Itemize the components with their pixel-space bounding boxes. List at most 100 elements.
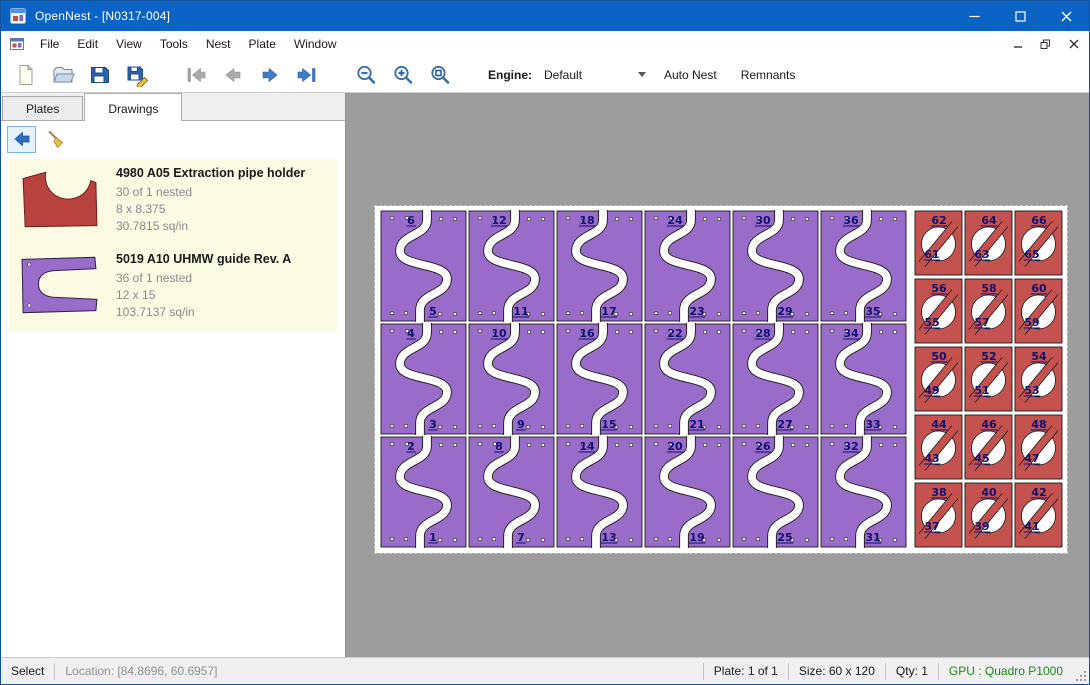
menu-view[interactable]: View bbox=[107, 32, 151, 56]
purple-part-pair-17-18[interactable]: 1817 bbox=[557, 210, 642, 322]
svg-text:19: 19 bbox=[689, 531, 704, 544]
purple-part-pair-1-2[interactable]: 21 bbox=[381, 436, 466, 548]
drawing-area: 103.7137 sq/in bbox=[116, 304, 291, 321]
last-plate-button[interactable] bbox=[292, 61, 322, 89]
svg-text:40: 40 bbox=[981, 486, 997, 499]
clear-drawings-button[interactable] bbox=[41, 126, 70, 153]
drawing-item-uhmw-guide[interactable]: 5019 A10 UHMW guide Rev. A 36 of 1 neste… bbox=[9, 245, 337, 331]
save-button[interactable] bbox=[85, 61, 115, 89]
red-part-pair-53-54[interactable]: 54 53 bbox=[1015, 347, 1062, 411]
purple-part-pair-27-28[interactable]: 2827 bbox=[733, 323, 818, 435]
svg-text:59: 59 bbox=[1024, 316, 1039, 329]
next-plate-button[interactable] bbox=[255, 61, 285, 89]
red-part-pair-45-46[interactable]: 4645 bbox=[965, 415, 1012, 479]
svg-text:30: 30 bbox=[755, 214, 771, 227]
purple-part-pair-23-24[interactable]: 2423 bbox=[645, 210, 730, 322]
save-as-button[interactable] bbox=[122, 61, 152, 89]
purple-part-pair-7-8[interactable]: 87 bbox=[469, 436, 554, 548]
svg-text:47: 47 bbox=[1024, 452, 1039, 465]
part-thumbnail-red bbox=[19, 166, 101, 232]
svg-text:36: 36 bbox=[843, 214, 859, 227]
minimize-button[interactable] bbox=[951, 1, 997, 31]
svg-text:2: 2 bbox=[407, 440, 415, 453]
open-folder-icon bbox=[51, 63, 75, 87]
drawing-item-extraction-pipe-holder[interactable]: 4980 A05 Extraction pipe holder 30 of 1 … bbox=[9, 159, 337, 245]
tab-drawings[interactable]: Drawings bbox=[84, 93, 182, 121]
red-part-pair-61-62[interactable]: 6261 bbox=[915, 211, 962, 275]
first-plate-button[interactable] bbox=[181, 61, 211, 89]
menu-edit[interactable]: Edit bbox=[68, 32, 107, 56]
red-part-pair-47-48[interactable]: 4847 bbox=[1015, 415, 1062, 479]
menu-nest[interactable]: Nest bbox=[197, 32, 240, 56]
auto-nest-button[interactable]: Auto Nest bbox=[654, 61, 727, 89]
zoom-fit-button[interactable] bbox=[425, 61, 455, 89]
red-part-pair-51-52[interactable]: 5251 bbox=[965, 347, 1012, 411]
menu-window[interactable]: Window bbox=[285, 32, 346, 56]
purple-part-pair-29-30[interactable]: 30 29 bbox=[733, 210, 818, 322]
svg-text:20: 20 bbox=[667, 440, 683, 453]
purple-part-pair-15-16[interactable]: 1615 bbox=[557, 323, 642, 435]
svg-text:34: 34 bbox=[843, 327, 859, 340]
purple-part-pair-31-32[interactable]: 3231 bbox=[821, 436, 906, 548]
status-location: Location: [84.8696, 60.6957] bbox=[55, 664, 227, 678]
red-part-pair-39-40[interactable]: 4039 bbox=[965, 483, 1012, 547]
red-part-pair-43-44[interactable]: 4443 bbox=[915, 415, 962, 479]
red-part-pair-57-58[interactable]: 5857 bbox=[965, 279, 1012, 343]
zoom-in-button[interactable] bbox=[388, 61, 418, 89]
red-part-pair-55-56[interactable]: 5655 bbox=[915, 279, 962, 343]
menu-plate[interactable]: Plate bbox=[240, 32, 285, 56]
purple-part-pair-25-26[interactable]: 2625 bbox=[733, 436, 818, 548]
maximize-button[interactable] bbox=[997, 1, 1043, 31]
status-size: Size: 60 x 120 bbox=[789, 664, 885, 678]
red-part-pair-65-66[interactable]: 6665 bbox=[1015, 211, 1062, 275]
drawing-nested-count: 36 of 1 nested bbox=[116, 270, 291, 287]
red-part-pair-59-60[interactable]: 6059 bbox=[1015, 279, 1062, 343]
new-button[interactable] bbox=[11, 61, 41, 89]
engine-dropdown[interactable]: Default bbox=[540, 63, 650, 87]
child-minimize-button[interactable] bbox=[1005, 34, 1030, 54]
import-drawing-button[interactable] bbox=[7, 126, 36, 153]
svg-text:58: 58 bbox=[981, 282, 996, 295]
red-part-pair-41-42[interactable]: 4241 bbox=[1015, 483, 1062, 547]
purple-part-pair-9-10[interactable]: 109 bbox=[469, 323, 554, 435]
purple-part-pair-11-12[interactable]: 1211 bbox=[469, 210, 554, 322]
svg-text:29: 29 bbox=[777, 305, 792, 318]
menu-tools[interactable]: Tools bbox=[151, 32, 197, 56]
red-part-pair-49-50[interactable]: 5049 bbox=[915, 347, 962, 411]
nest-canvas[interactable]: 6543211211109871817161514132423222120193… bbox=[346, 93, 1089, 657]
drawing-size: 12 x 15 bbox=[116, 287, 291, 304]
close-button[interactable] bbox=[1043, 1, 1089, 31]
save-as-icon bbox=[125, 63, 149, 87]
app-window: OpenNest - [N0317-004] File Edit View To… bbox=[0, 0, 1090, 685]
red-part-pair-37-38[interactable]: 3837 bbox=[915, 483, 962, 547]
purple-part-pair-5-6[interactable]: 65 bbox=[381, 210, 466, 322]
close-icon bbox=[1061, 11, 1072, 22]
svg-text:56: 56 bbox=[931, 282, 947, 295]
child-minimize-icon bbox=[1013, 39, 1023, 49]
remnants-button[interactable]: Remnants bbox=[731, 61, 806, 89]
open-button[interactable] bbox=[48, 61, 78, 89]
minimize-icon bbox=[969, 11, 980, 22]
svg-text:45: 45 bbox=[974, 452, 989, 465]
purple-part-pair-3-4[interactable]: 43 bbox=[381, 323, 466, 435]
status-qty: Qty: 1 bbox=[886, 664, 938, 678]
purple-part-pair-33-34[interactable]: 3433 bbox=[821, 323, 906, 435]
svg-text:16: 16 bbox=[579, 327, 595, 340]
purple-part-pair-19-20[interactable]: 2019 bbox=[645, 436, 730, 548]
svg-text:63: 63 bbox=[974, 248, 989, 261]
purple-part-pair-35-36[interactable]: 3635 bbox=[821, 210, 906, 322]
plate[interactable]: 6543211211109871817161514132423222120193… bbox=[375, 206, 1067, 553]
svg-text:18: 18 bbox=[579, 214, 594, 227]
svg-text:54: 54 bbox=[1031, 350, 1047, 363]
purple-part-pair-21-22[interactable]: 2221 bbox=[645, 323, 730, 435]
child-restore-button[interactable] bbox=[1033, 34, 1058, 54]
resize-grip[interactable] bbox=[1073, 658, 1089, 684]
red-part-pair-63-64[interactable]: 6463 bbox=[965, 211, 1012, 275]
child-close-button[interactable] bbox=[1061, 34, 1086, 54]
tab-plates[interactable]: Plates bbox=[2, 96, 83, 120]
zoom-out-button[interactable] bbox=[351, 61, 381, 89]
menu-file[interactable]: File bbox=[31, 32, 68, 56]
previous-plate-button[interactable] bbox=[218, 61, 248, 89]
purple-part-pair-13-14[interactable]: 1413 bbox=[557, 436, 642, 548]
svg-text:53: 53 bbox=[1024, 384, 1039, 397]
